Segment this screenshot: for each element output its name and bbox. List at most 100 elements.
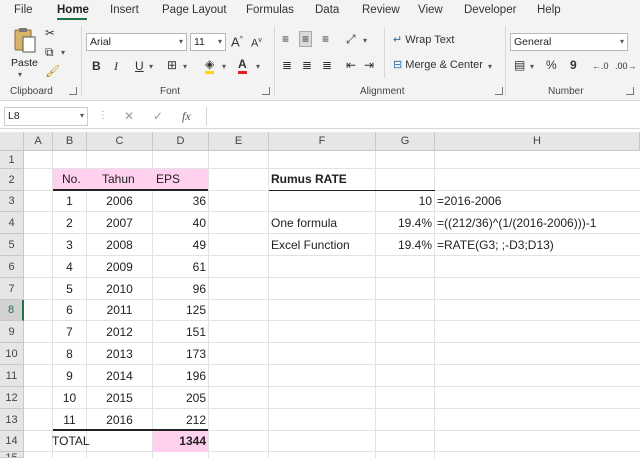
accounting-format-icon[interactable]: ▤ bbox=[514, 58, 525, 72]
increase-indent-icon[interactable]: ⇥ bbox=[364, 58, 374, 72]
row-no[interactable]: 2 bbox=[53, 216, 86, 230]
row-header[interactable]: 14 bbox=[0, 431, 24, 452]
decrease-indent-icon[interactable]: ⇤ bbox=[346, 58, 356, 72]
font-color-icon[interactable]: A bbox=[238, 57, 247, 74]
row-header[interactable]: 1 bbox=[0, 151, 24, 169]
column-header[interactable]: F bbox=[269, 132, 376, 151]
formula-input[interactable] bbox=[206, 107, 640, 126]
number-launcher-icon[interactable] bbox=[626, 87, 634, 95]
merge-center-button[interactable]: ⊟ Merge & Center bbox=[393, 58, 483, 72]
fill-color-icon[interactable]: ◈ bbox=[205, 57, 215, 74]
row-no[interactable]: 8 bbox=[53, 347, 86, 361]
row-tahun[interactable]: 2009 bbox=[87, 260, 152, 274]
row-header[interactable]: 6 bbox=[0, 256, 24, 278]
decrease-decimal-icon[interactable]: .00→ bbox=[615, 59, 637, 73]
column-header[interactable]: B bbox=[53, 132, 87, 151]
cut-icon[interactable]: ✂ bbox=[45, 26, 55, 40]
bold-button[interactable]: B bbox=[92, 59, 101, 73]
row-header[interactable]: 13 bbox=[0, 409, 24, 431]
row-tahun[interactable]: 2007 bbox=[87, 216, 152, 230]
header-eps[interactable]: EPS bbox=[156, 172, 180, 186]
align-top-icon[interactable]: ≡ bbox=[282, 32, 289, 46]
comma-style-button[interactable]: 9 bbox=[570, 58, 577, 72]
copy-icon[interactable]: ⧉ bbox=[45, 45, 54, 59]
name-box[interactable]: L8 ▾ bbox=[4, 107, 88, 126]
row-no[interactable]: 4 bbox=[53, 260, 86, 274]
percent-button[interactable]: % bbox=[546, 58, 557, 72]
orientation-icon[interactable]: ⤢ bbox=[346, 32, 356, 46]
row-tahun[interactable]: 2013 bbox=[87, 347, 152, 361]
row-eps[interactable]: 125 bbox=[153, 303, 206, 317]
orientation-dropdown-icon[interactable]: ▾ bbox=[363, 36, 367, 45]
row-no[interactable]: 5 bbox=[53, 282, 86, 296]
row-tahun[interactable]: 2012 bbox=[87, 325, 152, 339]
rate-title[interactable]: Rumus RATE bbox=[271, 172, 347, 186]
tab-page-layout[interactable]: Page Layout bbox=[162, 4, 227, 16]
accounting-dropdown-icon[interactable]: ▾ bbox=[530, 62, 534, 71]
row-header[interactable]: 9 bbox=[0, 321, 24, 343]
row-no[interactable]: 3 bbox=[53, 238, 86, 252]
column-header[interactable]: D bbox=[153, 132, 209, 151]
font-color-dropdown-icon[interactable]: ▾ bbox=[256, 62, 260, 71]
align-left-icon[interactable]: ≣ bbox=[282, 58, 292, 72]
cell-f4[interactable]: One formula bbox=[271, 216, 337, 230]
row-tahun[interactable]: 2016 bbox=[87, 413, 152, 427]
font-size-select[interactable]: 11 ▾ bbox=[190, 33, 226, 51]
row-tahun[interactable]: 2006 bbox=[87, 194, 152, 208]
paste-button[interactable]: Paste bbox=[8, 26, 42, 74]
row-tahun[interactable]: 2010 bbox=[87, 282, 152, 296]
font-launcher-icon[interactable] bbox=[262, 87, 270, 95]
tab-data[interactable]: Data bbox=[315, 4, 339, 16]
spreadsheet-grid[interactable]: A B C D E F G H 1 2 3 4 5 6 7 8 9 10 11 … bbox=[0, 132, 640, 458]
align-center-icon[interactable]: ≣ bbox=[302, 58, 312, 72]
row-header[interactable]: 7 bbox=[0, 278, 24, 300]
header-tahun[interactable]: Tahun bbox=[102, 172, 135, 186]
row-tahun[interactable]: 2015 bbox=[87, 391, 152, 405]
row-eps[interactable]: 151 bbox=[153, 325, 206, 339]
italic-button[interactable]: I bbox=[114, 59, 118, 73]
total-value[interactable]: 1344 bbox=[153, 434, 206, 448]
borders-dropdown-icon[interactable]: ▾ bbox=[183, 62, 187, 71]
row-eps[interactable]: 196 bbox=[153, 369, 206, 383]
row-no[interactable]: 1 bbox=[53, 194, 86, 208]
tab-help[interactable]: Help bbox=[537, 4, 561, 16]
header-no[interactable]: No. bbox=[62, 172, 81, 186]
increase-decimal-icon[interactable]: ←.0 bbox=[592, 59, 609, 73]
fill-color-dropdown-icon[interactable]: ▾ bbox=[222, 62, 226, 71]
row-eps[interactable]: 36 bbox=[153, 194, 206, 208]
number-format-select[interactable]: General ▾ bbox=[510, 33, 628, 51]
row-header[interactable]: 12 bbox=[0, 387, 24, 409]
align-right-icon[interactable]: ≣ bbox=[322, 58, 332, 72]
tab-file[interactable]: File bbox=[14, 4, 33, 16]
tab-formulas[interactable]: Formulas bbox=[246, 4, 294, 16]
row-eps[interactable]: 96 bbox=[153, 282, 206, 296]
borders-icon[interactable]: ⊞ bbox=[167, 58, 177, 72]
column-header[interactable]: A bbox=[24, 132, 53, 151]
row-header[interactable]: 11 bbox=[0, 365, 24, 387]
merge-dropdown-icon[interactable]: ▾ bbox=[488, 62, 492, 71]
underline-button[interactable]: U bbox=[135, 59, 144, 73]
column-header[interactable]: C bbox=[87, 132, 153, 151]
row-eps[interactable]: 205 bbox=[153, 391, 206, 405]
row-header[interactable]: 5 bbox=[0, 234, 24, 256]
row-header[interactable]: 2 bbox=[0, 169, 24, 191]
row-tahun[interactable]: 2008 bbox=[87, 238, 152, 252]
tab-review[interactable]: Review bbox=[362, 4, 400, 16]
tab-developer[interactable]: Developer bbox=[464, 4, 516, 16]
wrap-text-button[interactable]: ↵ Wrap Text bbox=[393, 33, 454, 47]
insert-function-icon[interactable]: fx bbox=[182, 109, 191, 124]
row-header[interactable]: 10 bbox=[0, 343, 24, 365]
row-tahun[interactable]: 2011 bbox=[87, 303, 152, 317]
row-header[interactable]: 4 bbox=[0, 212, 24, 234]
tab-view[interactable]: View bbox=[418, 4, 443, 16]
total-label[interactable]: TOTAL bbox=[52, 434, 90, 448]
cell-g4[interactable]: 19.4% bbox=[376, 216, 432, 230]
row-header[interactable]: 15 bbox=[0, 452, 24, 458]
row-eps[interactable]: 49 bbox=[153, 238, 206, 252]
format-painter-icon[interactable]: 🖌 bbox=[45, 64, 60, 78]
row-eps[interactable]: 61 bbox=[153, 260, 206, 274]
row-eps[interactable]: 212 bbox=[153, 413, 206, 427]
align-middle-icon[interactable]: ≡ bbox=[299, 31, 313, 47]
cell-g3[interactable]: 10 bbox=[376, 194, 432, 208]
cancel-icon[interactable]: ✕ bbox=[124, 109, 134, 123]
